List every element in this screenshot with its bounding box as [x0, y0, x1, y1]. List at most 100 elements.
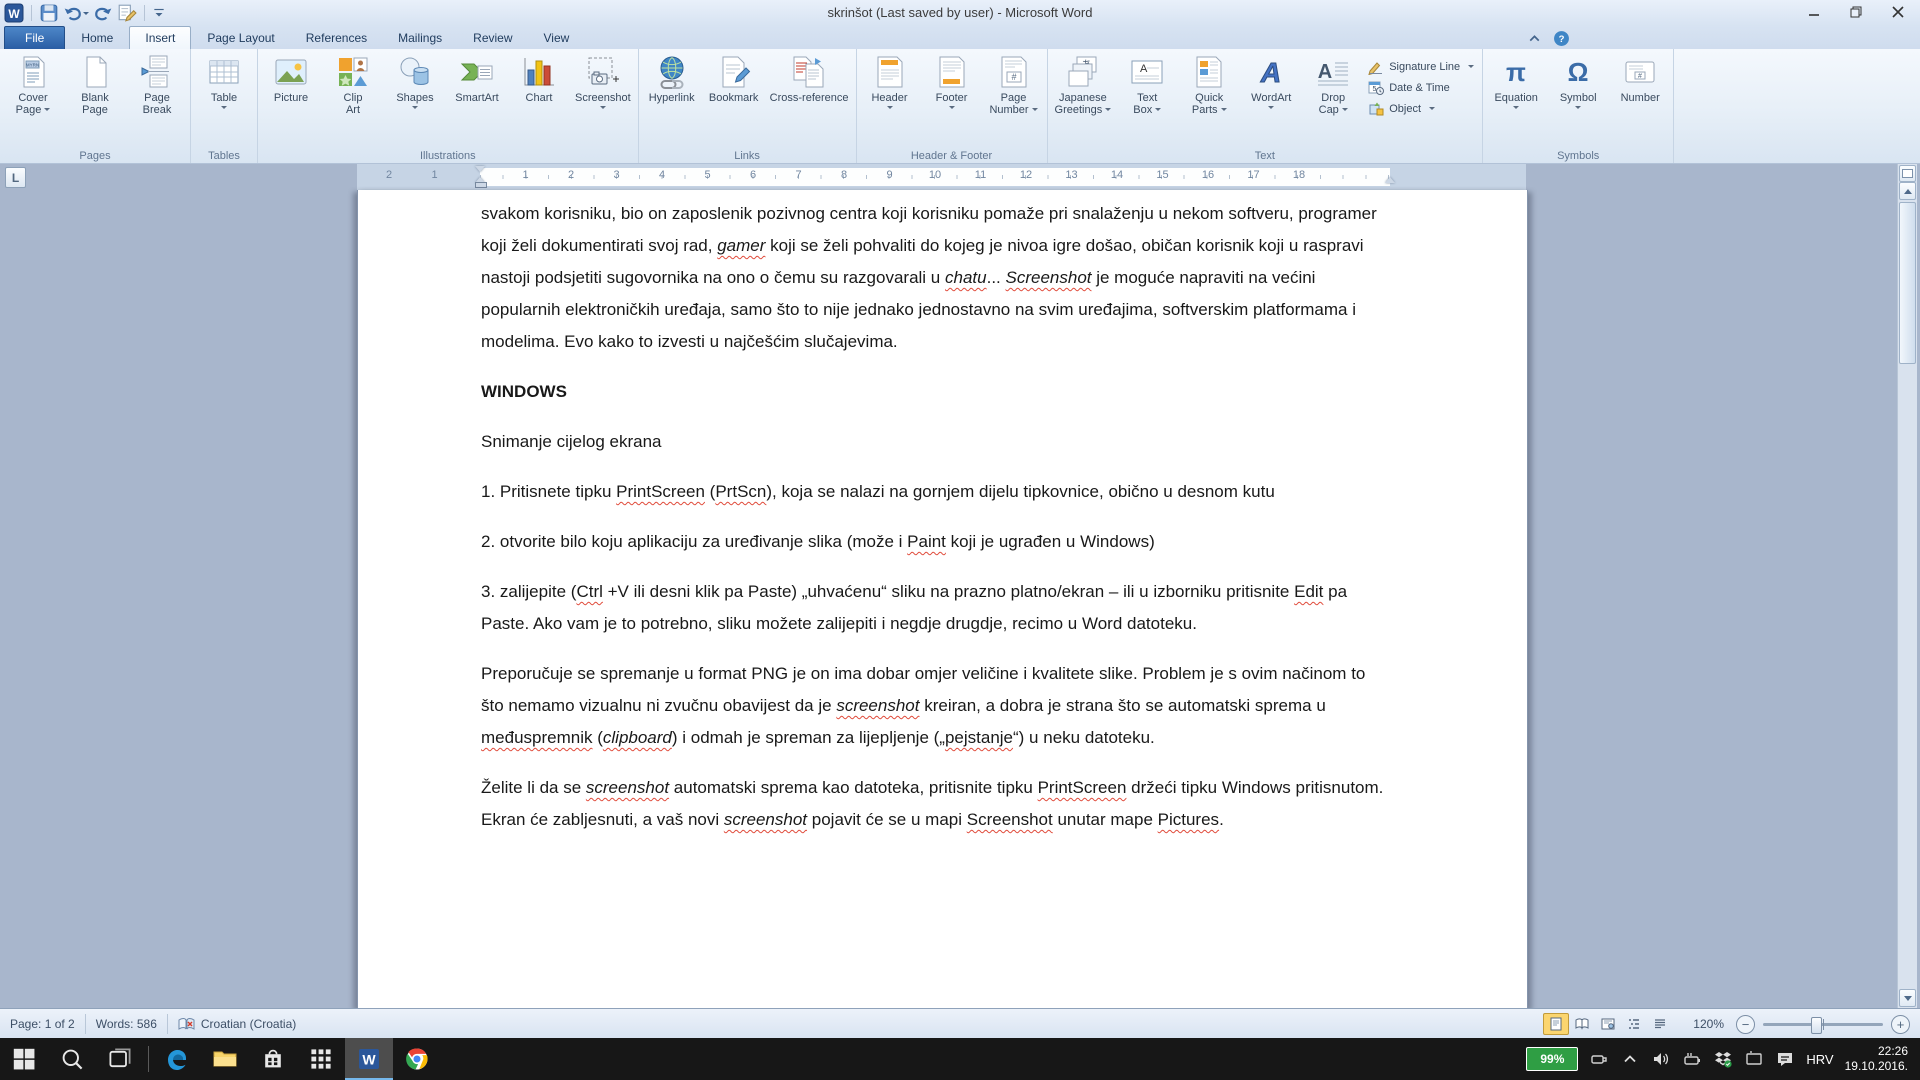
ruler-number: 12 [1020, 169, 1032, 181]
page-indicator[interactable]: Page: 1 of 2 [0, 1014, 86, 1034]
view-button-full-screen-reading[interactable] [1569, 1013, 1595, 1035]
zoom-slider-thumb[interactable] [1811, 1017, 1822, 1034]
ribbon-button-drop-cap[interactable]: ADropCap [1302, 51, 1364, 116]
ribbon-button-cross-reference[interactable]: Cross-reference [765, 51, 854, 104]
paragraph[interactable]: svakom korisniku, bio on zaposlenik pozi… [481, 198, 1391, 358]
svg-text:#: # [1638, 73, 1642, 80]
paragraph[interactable]: 3. zalijepite (Ctrl +V ili desni klik pa… [481, 576, 1391, 640]
tab-review[interactable]: Review [458, 27, 527, 49]
paragraph[interactable]: Preporučuje se spremanje u format PNG je… [481, 658, 1391, 754]
tab-home[interactable]: Home [66, 27, 128, 49]
paragraph[interactable]: 1. Pritisnete tipku PrintScreen (PrtScn)… [481, 476, 1391, 508]
taskbar-edge-button[interactable] [153, 1038, 201, 1080]
paragraph[interactable]: WINDOWS [481, 376, 1391, 408]
ribbon-button-hyperlink[interactable]: Hyperlink [641, 51, 703, 104]
tray-chat-icon[interactable] [1775, 1049, 1795, 1069]
ribbon-group-links: HyperlinkBookmarkCross-referenceLinks [639, 49, 857, 163]
word-count[interactable]: Words: 586 [86, 1014, 168, 1034]
svg-text:A: A [1140, 63, 1148, 75]
taskbar-chrome-button[interactable] [393, 1038, 441, 1080]
zoom-slider[interactable] [1763, 1023, 1883, 1026]
keyboard-language[interactable]: HRV [1806, 1052, 1833, 1067]
ribbon-button-japanese-greetings[interactable]: あJapaneseGreetings [1050, 51, 1117, 116]
minimize-button[interactable] [1800, 3, 1828, 21]
taskbar-word-button[interactable]: W [345, 1038, 393, 1080]
tab-view[interactable]: View [529, 27, 585, 49]
ribbon-button-text-box[interactable]: ATextBox [1116, 51, 1178, 116]
tray-dropbox-icon[interactable] [1713, 1049, 1733, 1069]
ribbon-button-picture[interactable]: Picture [260, 51, 322, 104]
tab-stop-selector[interactable]: L [5, 167, 26, 188]
ribbon-button-signature-line[interactable]: Signature Line [1368, 59, 1474, 75]
ribbon-button-footer[interactable]: Footer [921, 51, 983, 112]
view-button-draft[interactable] [1647, 1013, 1673, 1035]
taskbar-apps-button[interactable] [297, 1038, 345, 1080]
restore-button[interactable] [1842, 3, 1870, 21]
ribbon-button-shapes[interactable]: Shapes [384, 51, 446, 112]
ribbon-button-blank-page[interactable]: BlankPage [64, 51, 126, 116]
help-icon[interactable]: ? [1553, 30, 1570, 47]
ribbon-button-chart[interactable]: Chart [508, 51, 570, 104]
horizontal-ruler[interactable]: 21123456789101112131415161718 [357, 164, 1526, 191]
tab-insert[interactable]: Insert [129, 26, 191, 49]
view-button-print-layout[interactable] [1543, 1013, 1569, 1035]
ribbon-button-page-number[interactable]: #PageNumber [983, 51, 1045, 116]
screenshot-icon [585, 55, 621, 89]
ribbon-button-number[interactable]: #Number [1609, 51, 1671, 104]
paragraph[interactable]: 2. otvorite bilo koju aplikaciju za uređ… [481, 526, 1391, 558]
tray-chevron-up-icon[interactable] [1620, 1049, 1640, 1069]
view-button-outline[interactable] [1621, 1013, 1647, 1035]
ribbon-button-table[interactable]: Table [193, 51, 255, 112]
tab-file[interactable]: File [4, 26, 65, 49]
taskbar-start-button[interactable] [0, 1038, 48, 1080]
scrollbar-thumb[interactable] [1899, 202, 1916, 364]
ribbon-button-wordart[interactable]: AWordArt [1240, 51, 1302, 112]
ribbon-button-object[interactable]: Object [1368, 101, 1474, 117]
taskbar-file-explorer-button[interactable] [201, 1038, 249, 1080]
ribbon-button-smartart[interactable]: SmartArt [446, 51, 508, 104]
zoom-level[interactable]: 120% [1693, 1017, 1724, 1031]
blank-page-icon [77, 55, 113, 89]
text-run: PrtScn [715, 482, 766, 501]
drop-cap-icon: A [1315, 55, 1351, 89]
language-indicator[interactable]: Croatian (Croatia) [168, 1014, 306, 1034]
text-run: “) u neku datoteku. [1013, 728, 1155, 747]
ribbon-button-cover-page[interactable]: MYRNCoverPage [2, 51, 64, 116]
paragraph[interactable]: Želite li da se screenshot automatski sp… [481, 772, 1391, 836]
close-button[interactable] [1884, 3, 1912, 21]
tab-page-layout[interactable]: Page Layout [192, 27, 289, 49]
tab-mailings[interactable]: Mailings [383, 27, 457, 49]
zoom-in-button[interactable]: + [1891, 1015, 1910, 1034]
ribbon-button-symbol[interactable]: ΩSymbol [1547, 51, 1609, 112]
ribbon-button-clip-art[interactable]: ClipArt [322, 51, 384, 116]
view-button-web-layout[interactable] [1595, 1013, 1621, 1035]
taskbar-store-button[interactable] [249, 1038, 297, 1080]
ribbon-button-screenshot[interactable]: Screenshot [570, 51, 636, 112]
zoom-out-button[interactable]: − [1736, 1015, 1755, 1034]
minimize-ribbon-icon[interactable] [1526, 30, 1543, 47]
scroll-down-button[interactable] [1899, 989, 1916, 1007]
tray-speaker-icon[interactable] [1651, 1049, 1671, 1069]
right-indent-marker[interactable] [1385, 172, 1395, 183]
vertical-scrollbar[interactable] [1897, 164, 1917, 1008]
taskbar-search-button[interactable] [48, 1038, 96, 1080]
ribbon-button-equation[interactable]: πEquation [1485, 51, 1547, 112]
left-indent-marker[interactable] [475, 182, 487, 188]
tray-pen-drive-icon[interactable] [1589, 1049, 1609, 1069]
ribbon-button-quick-parts[interactable]: QuickParts [1178, 51, 1240, 116]
clock[interactable]: 22:26 19.10.2016. [1845, 1044, 1908, 1074]
view-ruler-toggle[interactable] [1899, 165, 1916, 182]
document-page[interactable]: svakom korisniku, bio on zaposlenik pozi… [357, 190, 1528, 1008]
ribbon-button-page-break[interactable]: PageBreak [126, 51, 188, 116]
tray-power-icon[interactable] [1682, 1049, 1702, 1069]
battery-percent-badge[interactable]: 99% [1526, 1047, 1578, 1071]
ribbon-button-date-time[interactable]: 5Date & Time [1368, 80, 1474, 96]
scroll-up-button[interactable] [1899, 182, 1916, 200]
tray-display-icon[interactable] [1744, 1049, 1764, 1069]
ribbon-button-header[interactable]: Header [859, 51, 921, 112]
ruler-number: 6 [750, 169, 756, 181]
paragraph[interactable]: Snimanje cijelog ekrana [481, 426, 1391, 458]
taskbar-task-view-button[interactable] [96, 1038, 144, 1080]
ribbon-button-bookmark[interactable]: Bookmark [703, 51, 765, 104]
tab-references[interactable]: References [291, 27, 382, 49]
